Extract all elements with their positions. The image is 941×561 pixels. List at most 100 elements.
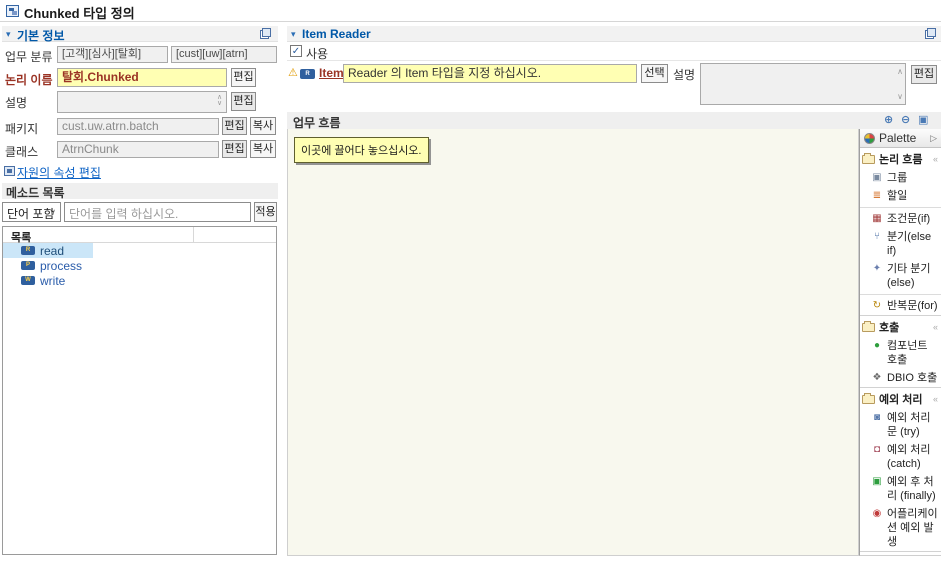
fit-to-window-icon[interactable]: ▣ <box>918 114 928 126</box>
biz-class-label: 업무 분류 <box>5 50 53 64</box>
pin-icon[interactable]: « <box>933 394 938 404</box>
warning-icon: ⚠ <box>288 67 298 79</box>
basic-info-title: 기본 정보 <box>17 29 65 43</box>
chevron-down-icon: ∨ <box>49 207 56 217</box>
tree-item-write[interactable]: Wwrite <box>3 273 93 288</box>
palette-item-예외 처리문 (try)[interactable]: ◙ 예외 처리문 (try) <box>860 409 941 441</box>
tree-item-label: read <box>40 243 65 258</box>
palette-group-label: 논리 흐름 <box>879 154 923 166</box>
logical-name-edit-button[interactable]: 편집 <box>231 68 256 87</box>
palette-group-label: 예외 처리 <box>879 394 923 406</box>
palette-item-컴포넌트 호출[interactable]: ● 컴포넌트 호출 <box>860 337 941 369</box>
palette-item-label: DBIO 호출 <box>887 372 938 384</box>
divider <box>860 207 941 208</box>
component-call-icon: ● <box>873 340 881 351</box>
palette-expand-icon[interactable]: ▷ <box>930 133 937 144</box>
palette-item-예외 후 처리 (finally)[interactable]: ▣ 예외 후 처리 (finally) <box>860 473 941 505</box>
reader-desc-edit-button[interactable]: 편집 <box>911 65 937 84</box>
filter-mode-value: 단어 포함 <box>7 207 55 221</box>
collapse-triangle-icon[interactable]: ▾ <box>6 29 11 40</box>
item-type-field[interactable]: Reader 의 Item 타입을 지정 하십시오. <box>343 64 637 83</box>
column-divider <box>193 227 194 243</box>
package-edit-button[interactable]: 편집 <box>222 117 247 135</box>
try-icon: ◙ <box>873 412 881 423</box>
palette-item-label: 그룹 <box>887 172 908 184</box>
tree-header-label: 목록 <box>11 232 32 244</box>
copy-icon[interactable] <box>260 28 271 39</box>
resource-edit-icon <box>4 166 15 176</box>
palette-item-label: 할일 <box>887 190 908 202</box>
palette-item-기타 분기 (else)[interactable]: ✦ 기타 분기 (else) <box>860 260 941 292</box>
pin-icon[interactable]: « <box>933 322 938 332</box>
page-title: Chunked 타입 정의 <box>24 6 135 21</box>
collapse-triangle-icon[interactable]: ▾ <box>291 29 296 40</box>
tree-item-process[interactable]: Pprocess <box>3 258 93 273</box>
tree-items: Rread Pprocess Wwrite <box>3 243 276 288</box>
palette-item-label: 예외 후 처리 (finally) <box>887 476 936 502</box>
palette-header[interactable]: Palette ▷ <box>860 129 941 148</box>
tree-item-read[interactable]: Rread <box>3 243 93 258</box>
class-field[interactable]: AtrnChunk <box>57 141 219 158</box>
tree-column-header: 목록 <box>3 227 276 244</box>
package-copy-button[interactable]: 복사 <box>250 117 276 135</box>
divider <box>287 60 941 61</box>
filter-input[interactable]: 단어를 입력 하십시오. <box>64 202 251 222</box>
description-label: 설명 <box>5 96 28 110</box>
class-edit-button[interactable]: 편집 <box>222 140 247 158</box>
palette-item-예외 처리 (catch)[interactable]: ◘ 예외 처리 (catch) <box>860 441 941 473</box>
palette-item-분기(else if)[interactable]: ⑂ 분기(else if) <box>860 228 941 260</box>
method-write-icon: W <box>21 276 35 285</box>
scroll-down-icon[interactable]: ∨ <box>897 92 903 101</box>
spinner-icons[interactable]: ∧ ∨ <box>215 94 224 107</box>
description-edit-button[interactable]: 편집 <box>231 92 256 111</box>
else-branch-icon: ✦ <box>872 263 882 274</box>
reader-description-field[interactable]: ∧ ∨ <box>700 63 906 105</box>
item-reader-title: Item Reader <box>302 27 371 41</box>
logical-name-field[interactable]: 탈회.Chunked <box>57 68 227 87</box>
zoom-out-icon[interactable]: ⊖ <box>901 114 910 126</box>
palette-item-할일[interactable]: ≣ 할일 <box>860 187 941 205</box>
palette-group-호출[interactable]: 호출 « <box>860 315 941 337</box>
description-field[interactable]: ∧ ∨ <box>57 91 227 113</box>
palette-title: Palette <box>879 131 917 145</box>
palette-item-어플리케이션 예외 발생[interactable]: ◉ 어플리케이션 예외 발생 <box>860 505 941 551</box>
for-loop-icon: ↻ <box>872 300 882 311</box>
pin-icon[interactable]: « <box>933 154 938 164</box>
method-list-header: 메소드 목록 <box>2 183 278 200</box>
item-type-icon: R <box>300 69 315 79</box>
chunked-type-definition-editor: Chunked 타입 정의 ▾ 기본 정보 업무 분류 [고객][심사][탈회]… <box>0 0 941 561</box>
class-copy-button[interactable]: 복사 <box>250 140 276 158</box>
palette-item-label: 기타 분기 (else) <box>887 263 931 289</box>
class-label: 클래스 <box>5 145 39 159</box>
use-checkbox[interactable]: ✓ <box>290 45 302 57</box>
dbio-call-icon: ❖ <box>872 372 882 383</box>
biz-class-field-korean[interactable]: [고객][심사][탈회] <box>57 46 168 63</box>
palette-item-조건문(if)[interactable]: ▦ 조건문(if) <box>860 210 941 228</box>
palette-item-그룹[interactable]: ▣ 그룹 <box>860 169 941 187</box>
flow-title: 업무 흐름 <box>293 116 341 130</box>
palette-item-DBIO 호출[interactable]: ❖ DBIO 호출 <box>860 369 941 387</box>
logical-name-label: 논리 이름 <box>5 73 53 87</box>
apply-button[interactable]: 적용 <box>254 202 277 222</box>
biz-class-field-english[interactable]: [cust][uw][atrn] <box>171 46 277 63</box>
flow-canvas[interactable]: 이곳에 끌어다 놓으십시오. <box>287 129 859 556</box>
palette-group-확장[interactable]: 확장« <box>860 551 941 555</box>
palette-item-label: 조건문(if) <box>887 213 931 225</box>
palette-item-label: 예외 처리문 (try) <box>887 412 931 438</box>
palette-group-논리 흐름[interactable]: 논리 흐름 « <box>860 148 941 169</box>
palette-group-예외 처리[interactable]: 예외 처리 « <box>860 387 941 409</box>
item-reader-header: ▾ Item Reader <box>287 26 941 42</box>
palette-panel: Palette ▷ 논리 흐름 « ▣ 그룹 ≣ 할일 ▦ 조건문(if) ⑂ 분기(else i… <box>859 129 941 556</box>
palette-item-반복문(for)[interactable]: ↻ 반복문(for) <box>860 297 941 315</box>
copy-icon[interactable] <box>925 28 936 39</box>
resource-properties-link[interactable]: 자원의 속성 편집 <box>17 164 101 181</box>
select-button[interactable]: 선택 <box>641 64 668 83</box>
package-label: 패키지 <box>5 122 39 136</box>
package-field[interactable]: cust.uw.atrn.batch <box>57 118 219 135</box>
method-process-icon: P <box>21 261 35 270</box>
folder-open-icon <box>862 392 875 404</box>
divider <box>860 294 941 295</box>
scroll-up-icon[interactable]: ∧ <box>897 67 903 76</box>
filter-mode-select[interactable]: 단어 포함 ∨ <box>2 202 61 222</box>
zoom-in-icon[interactable]: ⊕ <box>884 114 893 126</box>
